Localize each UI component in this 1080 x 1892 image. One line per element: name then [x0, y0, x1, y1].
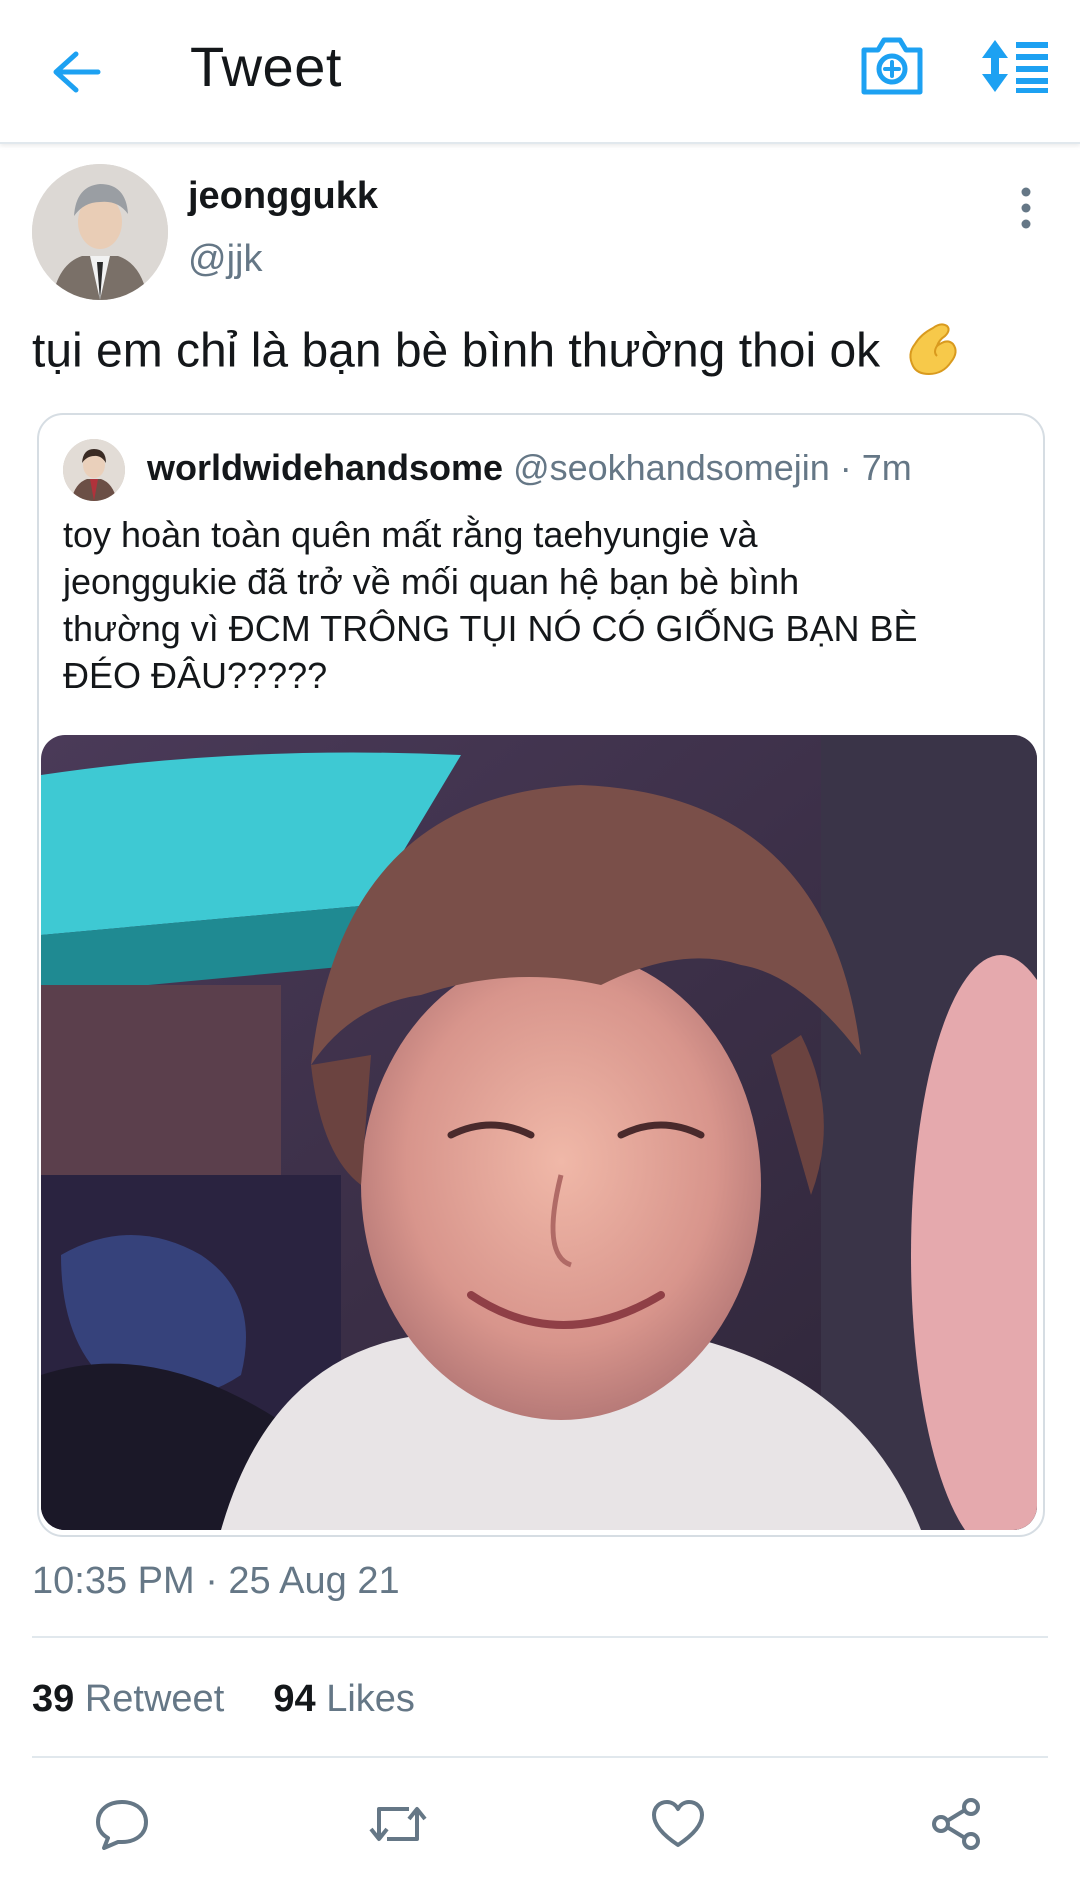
quoted-photo[interactable]	[41, 735, 1037, 1530]
retweet-count: 39	[32, 1678, 75, 1720]
sort-button[interactable]	[980, 38, 1050, 106]
sort-list-icon	[982, 40, 1048, 93]
likes-link[interactable]: 94 Likes	[273, 1678, 415, 1720]
retweet-icon	[369, 1807, 427, 1841]
quoted-text-line: jeonggukie đã trở về mối quan hệ bạn bè …	[63, 561, 800, 602]
page-title: Tweet	[190, 35, 342, 98]
tweet-text-row: tụi em chỉ là bạn bè bình thường thoi ok	[32, 318, 961, 390]
quoted-text-line: ĐÉO ĐÂU?????	[63, 655, 328, 696]
pinching-hand-emoji	[903, 318, 961, 390]
like-button[interactable]	[642, 1788, 714, 1860]
share-icon	[932, 1798, 980, 1850]
retweet-button[interactable]	[362, 1788, 434, 1860]
quoted-text-line: thường vì ĐCM TRÔNG TỤI NÓ CÓ GIỐNG BẠN …	[63, 608, 918, 649]
divider	[32, 1636, 1048, 1638]
quoted-text: toy hoàn toàn quên mất rằng taehyungie v…	[63, 511, 1013, 699]
more-options-button[interactable]	[1006, 186, 1046, 230]
quoted-author-avatar	[63, 439, 125, 501]
tweet-timestamp: 10:35 PM · 25 Aug 21	[32, 1560, 400, 1602]
quoted-author-name: worldwidehandsome	[147, 447, 504, 488]
retweets-link[interactable]: 39 Retweet	[32, 1678, 235, 1720]
share-button[interactable]	[920, 1788, 992, 1860]
back-button[interactable]	[40, 36, 112, 108]
tweet-stats: 39 Retweet 94 Likes	[32, 1678, 415, 1721]
quoted-text-line: toy hoàn toàn quên mất rằng taehyungie v…	[63, 514, 758, 555]
divider	[32, 1756, 1048, 1758]
top-bar: Tweet	[0, 0, 1080, 144]
avatar-image	[32, 164, 168, 300]
quoted-time: · 7m	[829, 447, 912, 488]
quoted-header: worldwidehandsome @seokhandsomejin · 7m	[147, 447, 912, 489]
photo-image	[41, 735, 1037, 1530]
like-count: 94	[273, 1678, 316, 1720]
camera-button[interactable]	[858, 36, 926, 104]
tweet-text: tụi em chỉ là bạn bè bình thường thoi ok	[32, 324, 881, 378]
retweet-label: Retweet	[84, 1678, 225, 1720]
like-label: Likes	[326, 1678, 415, 1720]
heart-icon	[652, 1800, 704, 1847]
reply-icon	[96, 1800, 148, 1850]
author-name[interactable]: jeonggukk	[188, 175, 378, 218]
arrow-left-icon	[53, 51, 101, 93]
quoted-author-handle: @seokhandsomejin	[513, 447, 830, 488]
quoted-tweet[interactable]: worldwidehandsome @seokhandsomejin · 7m …	[37, 413, 1045, 1537]
reply-button[interactable]	[86, 1788, 158, 1860]
author-avatar[interactable]	[32, 164, 168, 300]
author-handle[interactable]: @jjk	[188, 238, 262, 281]
more-vertical-icon	[1021, 187, 1031, 229]
camera-plus-icon	[861, 37, 923, 95]
